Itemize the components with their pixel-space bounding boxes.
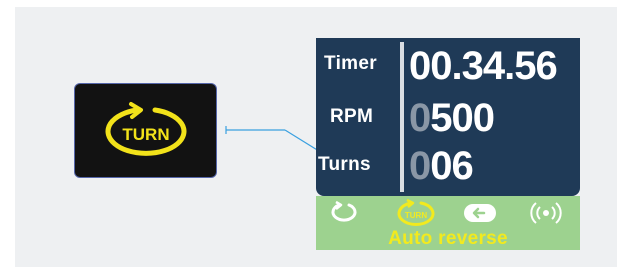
turns-leading-zero: 0 bbox=[409, 144, 431, 188]
rpm-leading-zero: 0 bbox=[409, 96, 431, 140]
timer-value: 00.34.56 bbox=[409, 44, 558, 88]
timer-label: Timer bbox=[324, 53, 377, 74]
turns-value: 006 bbox=[409, 144, 474, 188]
arrow-left-icon bbox=[464, 204, 496, 222]
turns-digits: 06 bbox=[430, 144, 473, 188]
rotate-icon bbox=[331, 200, 357, 222]
rpm-label: RPM bbox=[330, 106, 374, 127]
rpm-digits: 500 bbox=[430, 96, 495, 140]
turns-label: Turns bbox=[318, 154, 371, 175]
rpm-value: 0500 bbox=[409, 96, 495, 140]
display-divider bbox=[400, 42, 404, 192]
signal-icon bbox=[530, 202, 562, 224]
status-turn-icon-text: TURN bbox=[405, 211, 427, 220]
status-caption: Auto reverse bbox=[388, 228, 508, 249]
status-turn-icon: TURN bbox=[397, 198, 435, 226]
